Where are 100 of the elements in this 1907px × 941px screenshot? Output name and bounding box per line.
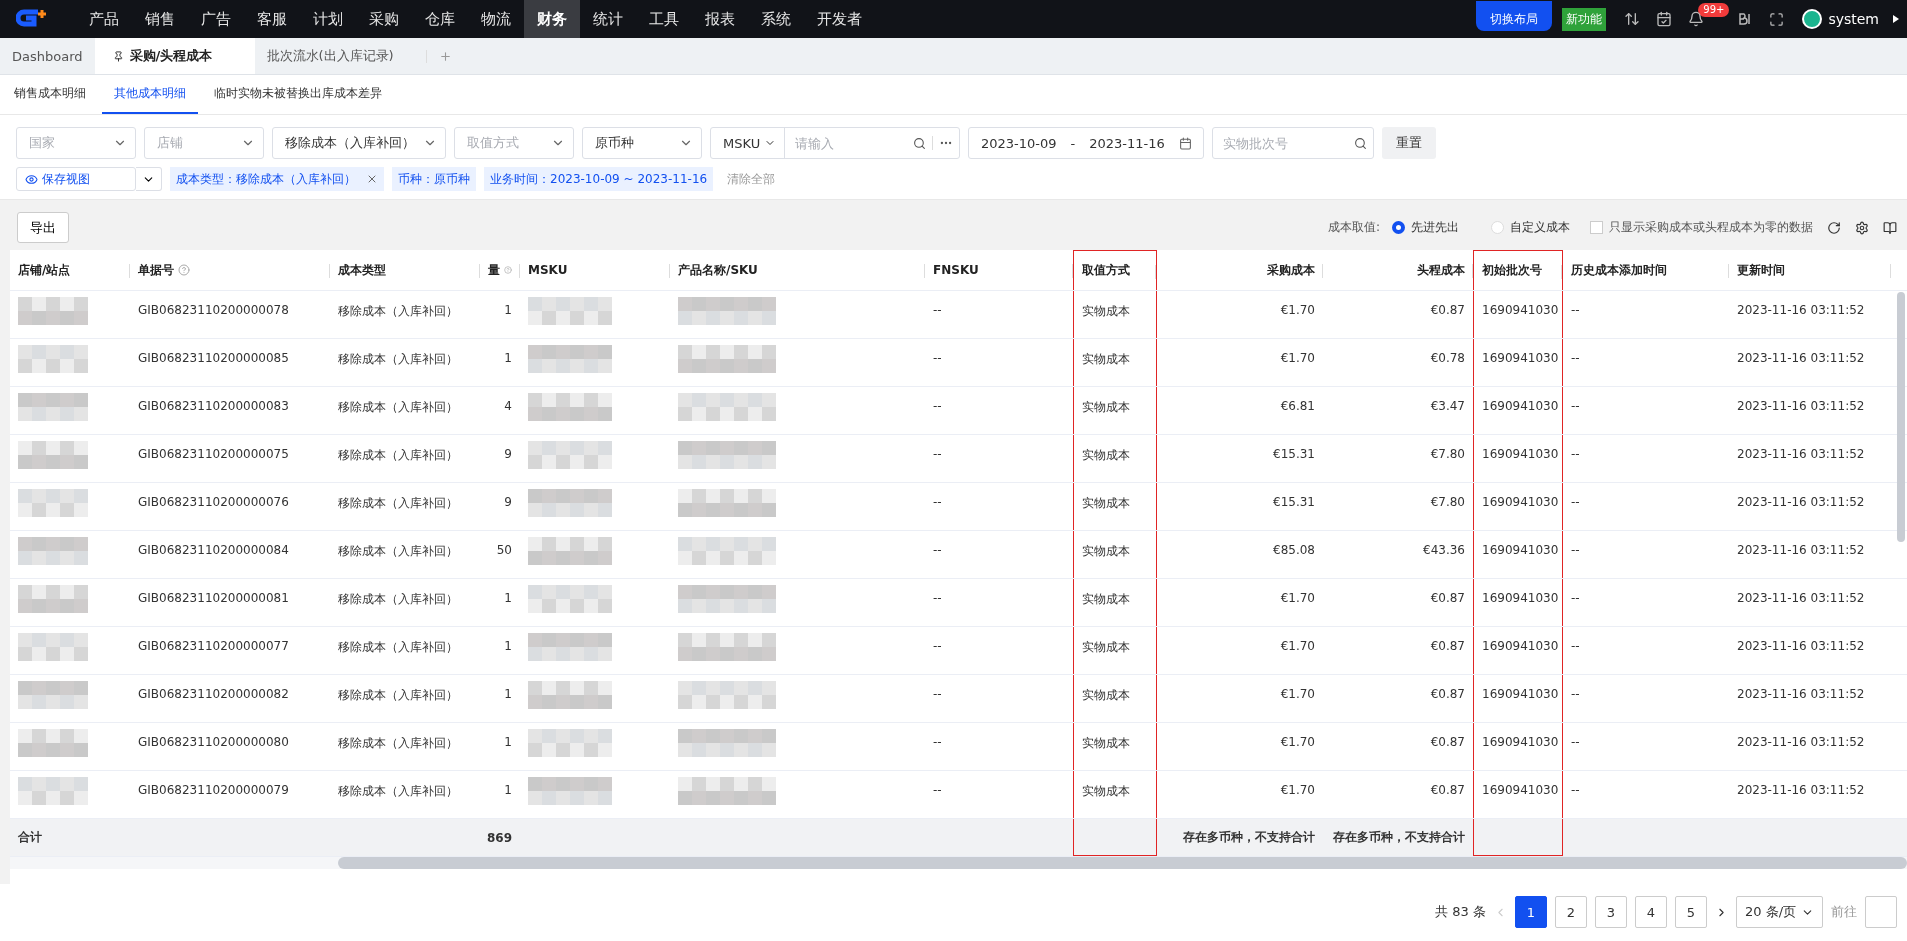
- filter-tag-text: 成本类型：移除成本（入库补回）: [176, 170, 356, 188]
- table-cell-text: €0.87: [1429, 734, 1466, 751]
- nav-item[interactable]: 工具: [636, 0, 692, 38]
- table-cell-text: €1.70: [1279, 302, 1316, 319]
- page-button[interactable]: 3: [1595, 896, 1627, 928]
- user-name[interactable]: system: [1828, 11, 1879, 27]
- pixelated-block: [18, 441, 88, 469]
- fullscreen-icon[interactable]: [1769, 11, 1785, 27]
- nav-item[interactable]: 系统: [748, 0, 804, 38]
- table-cell-text: 移除成本（入库补回）: [337, 447, 459, 464]
- nav-item[interactable]: 采购: [356, 0, 412, 38]
- column-header: 单据号: [130, 250, 330, 290]
- save-view-button[interactable]: 保存视图: [16, 167, 136, 191]
- table-cell-text: --: [932, 494, 943, 511]
- nav-item[interactable]: 计划: [300, 0, 356, 38]
- settings-icon[interactable]: [1855, 220, 1869, 235]
- close-icon[interactable]: [366, 173, 378, 185]
- table-cell-text: €85.08: [1272, 542, 1316, 559]
- page-button[interactable]: 5: [1675, 896, 1707, 928]
- date-range-field[interactable]: 2023-10-09 - 2023-11-16: [968, 127, 1204, 159]
- table-cell-text: €0.78: [1429, 350, 1466, 367]
- nav-item[interactable]: 统计: [580, 0, 636, 38]
- horizontal-scrollbar[interactable]: [338, 857, 1907, 869]
- goto-page-field[interactable]: [1865, 896, 1897, 928]
- table-cell-text: 1: [503, 590, 513, 607]
- table-cell-text: 移除成本（入库补回）: [337, 399, 459, 416]
- cost-mode-label: 成本取值:: [1327, 219, 1380, 236]
- export-button[interactable]: 导出: [17, 212, 69, 243]
- page-button[interactable]: 1: [1515, 896, 1547, 928]
- refresh-icon[interactable]: [1827, 220, 1841, 235]
- table-cell-text: 2023-11-16 03:11:52: [1736, 686, 1866, 703]
- page-button[interactable]: 2: [1555, 896, 1587, 928]
- search-icon[interactable]: [1354, 136, 1367, 150]
- table-cell-text: €43.36: [1422, 542, 1466, 559]
- table-cell-text: GIB06823110200000078: [137, 302, 290, 319]
- vertical-scrollbar[interactable]: [1897, 292, 1905, 542]
- page-tab[interactable]: 批次流水(出入库记录): [254, 38, 406, 74]
- search-icon[interactable]: [913, 136, 926, 150]
- filter-select[interactable]: 移除成本（入库补回）: [272, 127, 446, 159]
- table-cell-text: --: [1570, 302, 1581, 319]
- table-cell-text: --: [1570, 542, 1581, 559]
- transfer-icon[interactable]: [1624, 11, 1641, 27]
- pixelated-block: [18, 729, 88, 757]
- table-cell-text: €7.80: [1429, 494, 1466, 511]
- eye-icon: [25, 172, 38, 186]
- page-tab[interactable]: Dashboard: [0, 38, 95, 74]
- table-cell-text: 移除成本（入库补回）: [337, 783, 459, 800]
- nav-item[interactable]: 销售: [132, 0, 188, 38]
- filter-tag-text: 币种：原币种: [398, 170, 470, 188]
- sub-tab[interactable]: 销售成本明细: [2, 75, 98, 114]
- avatar[interactable]: [1802, 9, 1823, 29]
- nav-item[interactable]: 开发者: [804, 0, 875, 38]
- cost-mode-radio[interactable]: 先进先出: [1392, 219, 1459, 236]
- nav-item[interactable]: 财务: [524, 0, 580, 38]
- table-cell-text: 移除成本（入库补回）: [337, 639, 459, 656]
- caret-icon[interactable]: [1893, 15, 1899, 23]
- table-cell-text: 4: [503, 398, 513, 415]
- save-view-dropdown[interactable]: [136, 167, 162, 191]
- calendar-check-icon[interactable]: [1656, 11, 1673, 27]
- table-cell-text: €0.87: [1429, 590, 1466, 607]
- table-cell-text: GIB06823110200000079: [137, 782, 290, 799]
- nav-item[interactable]: 物流: [468, 0, 524, 38]
- table-cell-text: €0.87: [1429, 638, 1466, 655]
- total-cell-text: 合计: [17, 829, 43, 846]
- pixelated-block: [18, 537, 88, 565]
- sub-tab[interactable]: 临时实物未被替换出库成本差异: [202, 75, 394, 114]
- nav-item[interactable]: 客服: [244, 0, 300, 38]
- table-cell: 实物成本: [1073, 627, 1157, 674]
- end-date: 2023-11-16: [1089, 135, 1165, 151]
- nav-item[interactable]: 仓库: [412, 0, 468, 38]
- page-button[interactable]: 4: [1635, 896, 1667, 928]
- table-cell-text: --: [1570, 686, 1581, 703]
- table-cell-text: €3.47: [1429, 398, 1466, 415]
- pixelated-block: [18, 777, 88, 805]
- table-cell-text: 移除成本（入库补回）: [337, 351, 459, 368]
- batch-search-field[interactable]: 实物批次号: [1212, 127, 1374, 159]
- checkbox[interactable]: [1590, 221, 1603, 234]
- table-cell-text: --: [1570, 638, 1581, 655]
- page-size-select[interactable]: 20 条/页: [1736, 896, 1823, 928]
- cost-mode-radio[interactable]: 自定义成本: [1491, 219, 1570, 236]
- table-cell-text: €0.87: [1429, 686, 1466, 703]
- sub-tab[interactable]: 其他成本明细: [102, 75, 198, 114]
- nav-item[interactable]: 产品: [76, 0, 132, 38]
- total-cell-text: 存在多币种，不支持合计: [1332, 829, 1466, 846]
- reset-button[interactable]: 重置: [1382, 127, 1436, 159]
- table-cell-text: 1: [503, 782, 513, 799]
- column-header: 历史成本添加时间: [1563, 250, 1729, 290]
- table-cell-text: €6.81: [1279, 398, 1316, 415]
- table-cell-text: €1.70: [1279, 590, 1316, 607]
- switch-layout-button[interactable]: 切换布局: [1476, 1, 1553, 31]
- table-cell-text: 1: [503, 734, 513, 751]
- notification-icon[interactable]: [1688, 11, 1705, 27]
- nav-item[interactable]: 报表: [692, 0, 748, 38]
- nav-item[interactable]: 广告: [188, 0, 244, 38]
- table-cell-text: 50: [495, 542, 513, 559]
- filter-select[interactable]: 原币种: [582, 127, 702, 159]
- page-tab[interactable]: 采购/头程成本: [94, 38, 255, 74]
- table-cell-text: 9: [503, 494, 513, 511]
- book-icon[interactable]: [1883, 220, 1897, 235]
- table-cell-text: --: [932, 350, 943, 367]
